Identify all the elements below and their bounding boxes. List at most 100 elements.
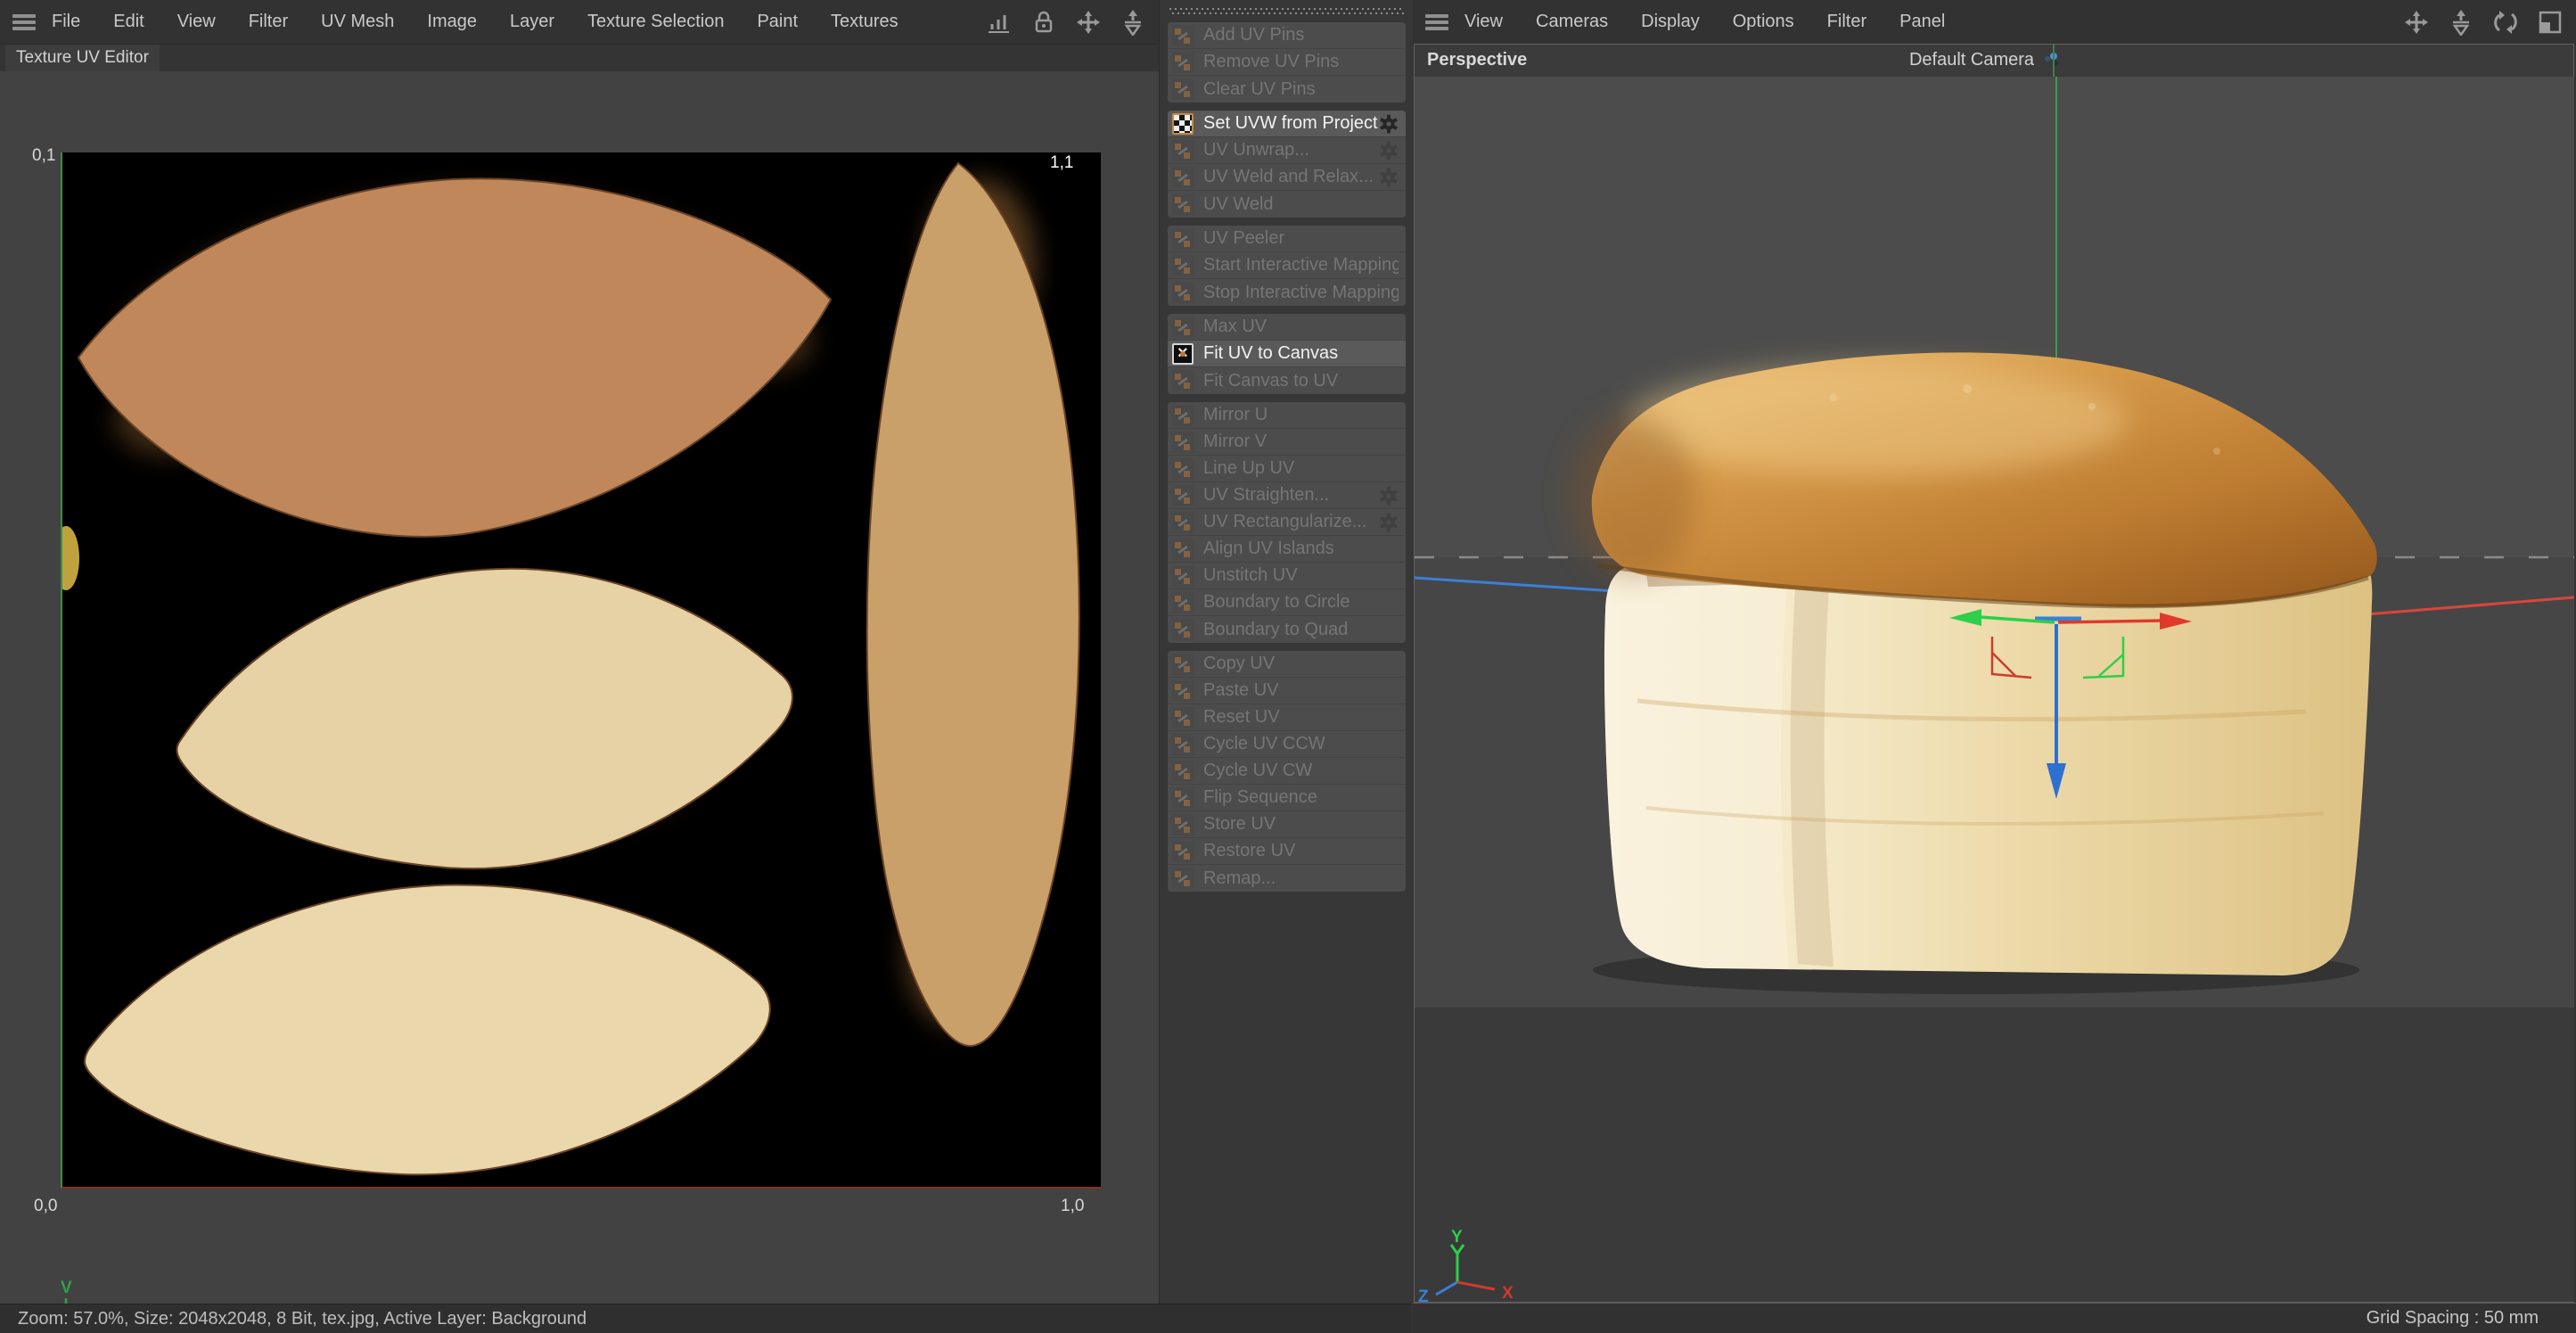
paste-uv-icon [1172,680,1194,702]
uv-editor-tabrow: Texture UV Editor [0,45,1159,71]
rotate-icon[interactable] [2492,9,2519,36]
cmd-mirror-v[interactable]: Mirror V [1168,429,1406,456]
uv-islands-graphic [62,152,1101,1189]
cmd-align-uv-islands[interactable]: Align UV Islands [1168,536,1406,563]
triad-x-label: X [1502,1284,1514,1302]
histogram-icon[interactable] [986,9,1013,36]
hamburger-menu-icon[interactable] [1425,14,1448,30]
grid-spacing-label: Grid Spacing : 50 mm [2367,1308,2539,1328]
dolly-icon[interactable] [2448,9,2474,36]
cmd-label: Reset UV [1203,707,1280,728]
vp-menu-view[interactable]: View [1464,6,1503,37]
uv-editor-menubar: File Edit View Filter UV Mesh Image Laye… [0,0,1159,45]
uv-texture-canvas[interactable] [61,152,1101,1189]
menu-textures[interactable]: Textures [831,6,898,37]
cmd-flip-sequence[interactable]: Flip Sequence [1168,785,1406,811]
dolly-icon[interactable] [1120,9,1146,36]
uv-peeler-icon [1172,228,1194,250]
vp-menu-filter[interactable]: Filter [1827,6,1866,37]
cmd-boundary-to-quad[interactable]: Boundary to Quad [1168,616,1406,643]
palette-grip-handle[interactable] [1169,8,1404,16]
reset-uv-icon [1172,707,1194,728]
cmd-label: Stop Interactive Mapping [1203,283,1399,303]
cmd-label: Restore UV [1203,841,1295,861]
boundary-circle-icon [1172,592,1194,613]
menu-edit[interactable]: Edit [113,6,144,37]
cmd-remove-uv-pins[interactable]: Remove UV Pins [1168,49,1406,76]
boundary-quad-icon [1172,619,1194,640]
menu-view[interactable]: View [177,6,216,37]
lock-icon[interactable] [1030,9,1057,36]
cmd-uv-straighten[interactable]: UV Straighten... [1168,482,1406,509]
cmd-boundary-to-circle[interactable]: Boundary to Circle [1168,589,1406,616]
hamburger-menu-icon[interactable] [12,14,36,30]
uv-island-top [78,178,831,536]
triad-y-label: Y [1451,1228,1463,1247]
cmd-clear-uv-pins[interactable]: Clear UV Pins [1168,76,1406,103]
pan-icon[interactable] [2403,9,2430,36]
viewport-status-bar: Grid Spacing : 50 mm [1413,1303,2576,1333]
uv-interactive-group: UV Peeler Start Interactive Mapping Stop… [1168,226,1406,306]
cmd-mirror-u[interactable]: Mirror U [1168,402,1406,429]
cmd-stop-interactive-mapping[interactable]: Stop Interactive Mapping [1168,279,1406,306]
pan-icon[interactable] [1075,9,1102,36]
gear-icon[interactable] [1379,486,1399,506]
cmd-uv-weld[interactable]: UV Weld [1168,191,1406,218]
uv-corner-label-10: 1,0 [1061,1197,1084,1216]
cmd-uv-rectangularize[interactable]: UV Rectangularize... [1168,509,1406,536]
cmd-set-uvw-from-projection[interactable]: Set UVW from Projection... [1168,111,1406,137]
vp-menu-options[interactable]: Options [1733,6,1794,37]
uv-weld-icon [1172,193,1194,215]
menu-paint[interactable]: Paint [757,6,798,37]
cmd-label: Max UV [1203,317,1267,337]
cmd-uv-peeler[interactable]: UV Peeler [1168,226,1406,252]
cmd-cycle-uv-ccw[interactable]: Cycle UV CCW [1168,731,1406,758]
uv-weld-relax-icon [1172,167,1194,188]
vp-menu-panel[interactable]: Panel [1899,6,1945,37]
viewport-camera-label[interactable]: Default Camera [1909,50,2034,70]
cmd-add-uv-pins[interactable]: Add UV Pins [1168,22,1406,49]
vp-menu-display[interactable]: Display [1641,6,1700,37]
gear-icon[interactable] [1379,168,1399,187]
menu-texture-selection[interactable]: Texture Selection [587,6,724,37]
cmd-unstitch-uv[interactable]: Unstitch UV [1168,563,1406,589]
start-interactive-mapping-icon [1172,255,1194,276]
cmd-store-uv[interactable]: Store UV [1168,811,1406,838]
cmd-restore-uv[interactable]: Restore UV [1168,838,1406,865]
remap-icon [1172,868,1194,889]
menu-filter[interactable]: Filter [249,6,288,37]
viewport-view-label[interactable]: Perspective [1427,50,1527,70]
gear-icon[interactable] [1379,513,1399,532]
gear-icon[interactable] [1379,114,1399,134]
cmd-line-up-uv[interactable]: Line Up UV [1168,456,1406,482]
cmd-fit-canvas-to-uv[interactable]: Fit Canvas to UV [1168,367,1406,394]
viewport-3d-view[interactable]: Y Z X [1415,77,2574,1302]
vp-menu-cameras[interactable]: Cameras [1536,6,1608,37]
cmd-paste-uv[interactable]: Paste UV [1168,678,1406,704]
menu-image[interactable]: Image [427,6,477,37]
tab-texture-uv-editor[interactable]: Texture UV Editor [5,45,160,72]
maximize-panel-icon[interactable] [2537,9,2564,36]
cmd-fit-uv-to-canvas[interactable]: Fit UV to Canvas [1168,341,1406,367]
cmd-uv-weld-and-relax[interactable]: UV Weld and Relax... [1168,164,1406,191]
cmd-cycle-uv-cw[interactable]: Cycle UV CW [1168,758,1406,785]
cmd-max-uv[interactable]: Max UV [1168,314,1406,341]
cmd-remap[interactable]: Remap... [1168,865,1406,892]
gear-icon[interactable] [1379,141,1399,160]
cmd-copy-uv[interactable]: Copy UV [1168,651,1406,678]
menu-layer[interactable]: Layer [510,6,554,37]
cmd-label: Clear UV Pins [1203,79,1316,100]
menu-file[interactable]: File [52,6,80,37]
uv-clipboard-group: Copy UV Paste UV Reset UV Cycle UV CCW C… [1168,651,1406,892]
cmd-uv-unwrap[interactable]: UV Unwrap... [1168,137,1406,164]
stop-interactive-mapping-icon [1172,282,1194,303]
set-uvw-projection-icon [1172,113,1194,135]
cmd-start-interactive-mapping[interactable]: Start Interactive Mapping [1168,252,1406,279]
world-y-axis-line [2053,45,2055,77]
menu-uv-mesh[interactable]: UV Mesh [321,6,394,37]
cmd-label: UV Straighten... [1203,485,1329,506]
cmd-reset-uv[interactable]: Reset UV [1168,704,1406,731]
cmd-label: Line Up UV [1203,458,1294,479]
uv-straighten-icon [1172,485,1194,506]
uv-unwrap-icon [1172,140,1194,161]
